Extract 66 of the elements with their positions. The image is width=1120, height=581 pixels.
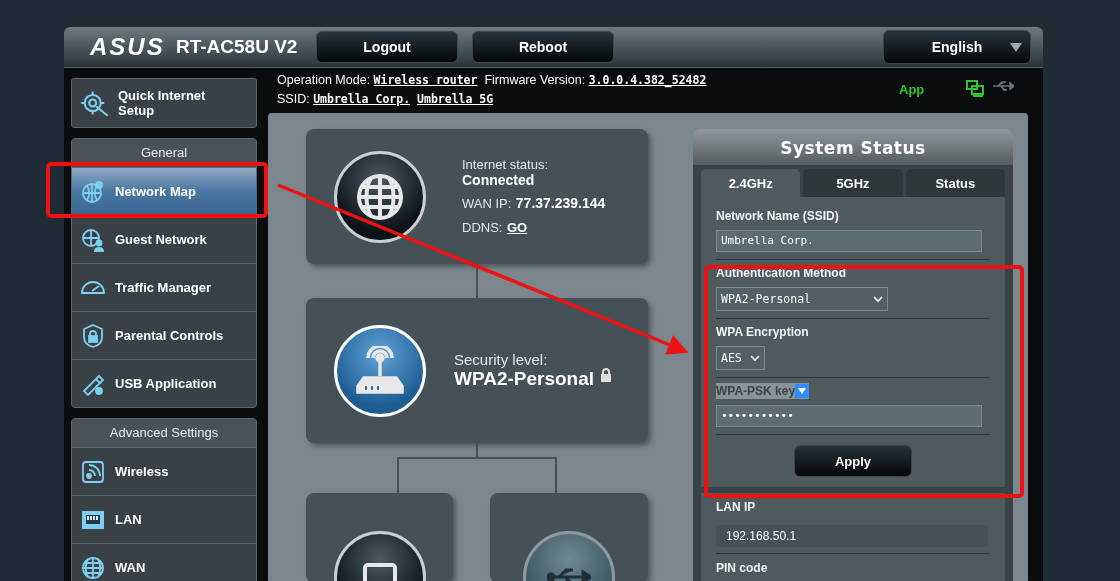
usb-icon[interactable]	[992, 80, 1015, 92]
status-label: Internet status:	[462, 157, 549, 173]
brand-logo: ASUS	[90, 33, 162, 61]
security-label: Security level:	[454, 351, 549, 369]
sidebar-item[interactable]: Network Map	[72, 167, 256, 215]
field-label: WPA-PSK key	[716, 383, 810, 399]
operation-mode-link[interactable]: Wireless router	[373, 73, 478, 87]
info-label: SSID:	[277, 92, 310, 106]
internet-card[interactable]: Internet status: Connected WAN IP: 77.37.239.144 DDNS: GO	[306, 129, 648, 265]
dropdown[interactable]: AES	[716, 346, 765, 370]
info-label: Operation Mode:	[277, 73, 371, 87]
sidebar-item[interactable]: Wireless	[72, 447, 256, 495]
field-label: PIN code	[716, 553, 990, 581]
sidebar-item[interactable]: Guest Network	[72, 215, 256, 263]
clients-card[interactable]	[306, 493, 453, 581]
sidebar-item[interactable]: WAN	[72, 543, 256, 581]
shield-lock-icon	[80, 322, 106, 349]
field-label: Network Name (SSID)	[716, 208, 840, 225]
model-name: RT-AC58U V2	[176, 36, 299, 58]
info-label: Firmware Version:	[484, 73, 586, 87]
password-field[interactable]: •••••••••••	[716, 405, 982, 427]
ssid-input-field[interactable]: Umbrella Corp.	[716, 230, 982, 252]
gauge-icon	[80, 280, 106, 295]
wifi-icon	[80, 458, 106, 485]
status-value: Connected	[462, 172, 536, 189]
security-value: WPA2-Personal	[454, 368, 595, 391]
app-link[interactable]: App	[899, 80, 925, 99]
ddns-link[interactable]: GO	[506, 220, 528, 236]
sidebar-item[interactable]: LAN	[72, 495, 256, 543]
panel-title: System Status	[693, 129, 1013, 165]
firmware-link[interactable]: 3.0.0.4.382_52482	[588, 73, 707, 87]
chevron-icon	[749, 354, 760, 362]
header-button[interactable]: Logout	[316, 31, 458, 63]
globe-people-icon	[80, 226, 106, 253]
router-card[interactable]: Security level: WPA2-Personal	[306, 298, 648, 443]
sidebar-item[interactable]: Traffic Manager	[72, 263, 256, 311]
globe-icon	[355, 171, 405, 222]
chevron-icon	[873, 295, 883, 303]
ddns-label: DDNS:	[462, 220, 503, 236]
lan-ip-value: 192.168.50.1	[716, 525, 988, 547]
sidebar-item[interactable]: USB Application	[72, 359, 256, 407]
sidebar-item[interactable]: Parental Controls	[72, 311, 256, 359]
caret-icon	[1010, 43, 1022, 52]
lock-icon	[600, 368, 613, 383]
language-dropdown[interactable]: English	[883, 30, 1031, 64]
globe-icon	[80, 554, 106, 581]
wan-ip: 77.37.239.144	[515, 195, 606, 212]
dropdown[interactable]: WPA2-Personal	[716, 287, 888, 311]
quick-setup-button[interactable]: Quick Internet Setup	[71, 78, 257, 128]
globe-pin-icon	[80, 178, 106, 205]
menu-group-title: Advanced Settings	[72, 419, 256, 447]
usb-card[interactable]	[490, 493, 648, 581]
field-label: WPA Encryption	[716, 324, 810, 341]
wan-label: WAN IP:	[462, 196, 512, 212]
field-label: LAN IP	[716, 499, 757, 516]
gear-wand-icon	[80, 88, 110, 118]
header-button[interactable]: Reboot	[472, 31, 614, 63]
ssid-link[interactable]: Umbrella 5G	[417, 92, 494, 106]
caret-icon	[798, 388, 807, 394]
monitors-icon[interactable]	[966, 80, 985, 97]
apply-button[interactable]: Apply	[794, 445, 912, 477]
field-label: Authentication Method	[716, 265, 847, 282]
band-tab[interactable]: 5GHz	[803, 169, 903, 197]
band-tab[interactable]: 2.4GHz	[701, 169, 801, 197]
band-tab[interactable]: Status	[905, 169, 1005, 197]
ssid-link[interactable]: Umbrella Corp.	[313, 92, 411, 106]
